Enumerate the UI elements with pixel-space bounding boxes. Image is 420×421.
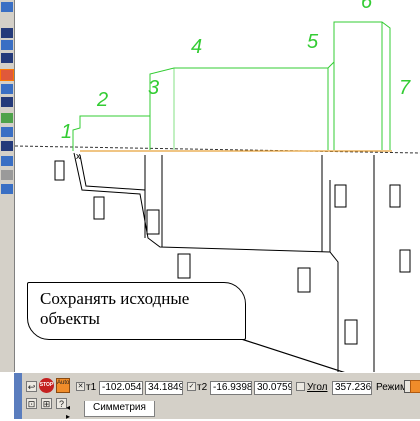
- edit-icon[interactable]: [1, 84, 13, 94]
- param-icon[interactable]: [1, 156, 13, 166]
- label-3: 3: [148, 77, 159, 99]
- auto-create-icon[interactable]: Auto: [56, 378, 70, 393]
- point-1-y-field[interactable]: 34.1849: [145, 381, 183, 395]
- property-panel: ↩ STOP Auto ⊡ ⊞ ? ✕ т1 -102.054 34.1849 …: [14, 372, 420, 421]
- point-2-label: т2: [197, 382, 208, 393]
- callout-pointer: [231, 335, 345, 372]
- label-5: 5: [307, 31, 319, 53]
- layer-icon[interactable]: [1, 170, 13, 180]
- label-7: 7: [399, 77, 411, 99]
- tab-symmetry[interactable]: Симметрия: [84, 401, 155, 417]
- mode-label: Режим: [376, 382, 407, 393]
- left-toolbar: [0, 0, 15, 372]
- dimension-icon[interactable]: [1, 97, 13, 107]
- back-arrow-icon[interactable]: ↩: [26, 381, 37, 392]
- label-6: 6: [361, 0, 373, 13]
- panel-edge: [14, 373, 22, 419]
- point-2-check-icon[interactable]: ✓: [187, 382, 196, 391]
- angle-lock-icon[interactable]: [296, 382, 305, 391]
- callout-line-1: Сохранять исходные: [40, 289, 190, 308]
- select-icon[interactable]: [1, 2, 13, 12]
- point-1-label: т1: [86, 382, 97, 393]
- snap-icon[interactable]: ⊡: [26, 398, 37, 409]
- profile-outline: [72, 21, 391, 151]
- attach-icon[interactable]: [1, 141, 13, 151]
- report-icon[interactable]: [1, 184, 13, 194]
- spec-icon[interactable]: [1, 113, 13, 123]
- angle-label: Угол: [307, 382, 328, 393]
- callout-box: Сохранять исходные объекты: [27, 282, 246, 340]
- keep-originals-on-button[interactable]: [410, 380, 420, 393]
- label-1: 1: [61, 121, 72, 143]
- point-2-x-field[interactable]: -16.9398: [210, 381, 252, 395]
- point-2-y-field[interactable]: 30.0759: [254, 381, 292, 395]
- geometry-icon[interactable]: [1, 53, 13, 63]
- tab-scroll-arrows-icon[interactable]: ◂ ▸: [66, 403, 71, 421]
- stop-icon[interactable]: STOP: [39, 378, 54, 393]
- grid-icon[interactable]: ⊞: [41, 398, 52, 409]
- view-icon[interactable]: [1, 40, 13, 50]
- label-2: 2: [96, 89, 108, 111]
- zoom-icon[interactable]: [1, 28, 13, 38]
- point-1-lock-icon[interactable]: ✕: [76, 382, 85, 391]
- callout-line-2: объекты: [40, 309, 100, 328]
- angle-field[interactable]: 357.236: [332, 381, 372, 395]
- label-4: 4: [191, 36, 202, 58]
- point-1-x-field[interactable]: -102.054: [99, 381, 143, 395]
- measure-icon[interactable]: [1, 127, 13, 137]
- mirror-icon[interactable]: [0, 69, 14, 81]
